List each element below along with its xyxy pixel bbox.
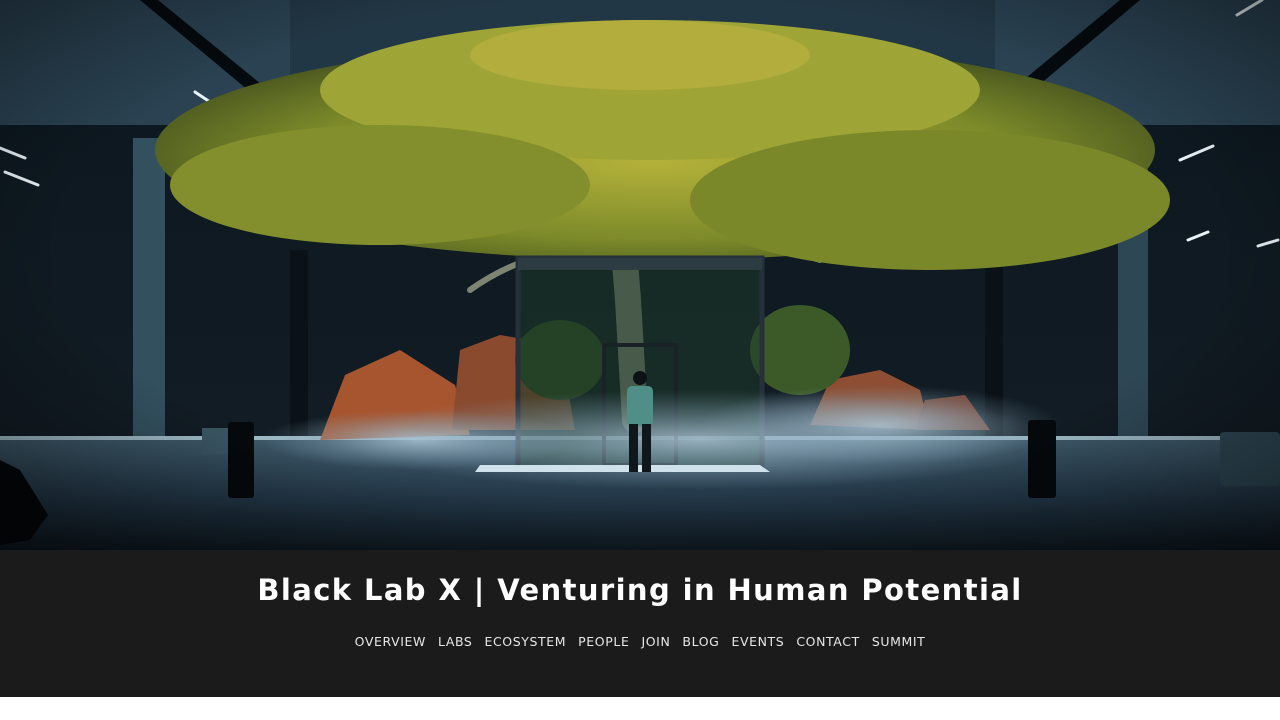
nav-item-join[interactable]: JOIN	[641, 632, 670, 652]
nav-item-labs[interactable]: LABS	[438, 632, 473, 652]
nav-item-people[interactable]: PEOPLE	[578, 632, 629, 652]
nav-item-contact[interactable]: CONTACT	[796, 632, 859, 652]
nav-item-overview[interactable]: OVERVIEW	[355, 632, 426, 652]
nav-item-blog[interactable]: BLOG	[682, 632, 719, 652]
main-nav: OVERVIEW LABS ECOSYSTEM PEOPLE JOIN BLOG…	[0, 632, 1280, 652]
site-title[interactable]: Black Lab X | Venturing in Human Potenti…	[0, 570, 1280, 610]
page-content-start	[0, 697, 1280, 720]
nav-item-summit[interactable]: SUMMIT	[872, 632, 926, 652]
hero-image	[0, 0, 1280, 550]
nav-item-ecosystem[interactable]: ECOSYSTEM	[484, 632, 566, 652]
nav-item-events[interactable]: EVENTS	[731, 632, 784, 652]
hero-illustration	[0, 0, 1280, 550]
